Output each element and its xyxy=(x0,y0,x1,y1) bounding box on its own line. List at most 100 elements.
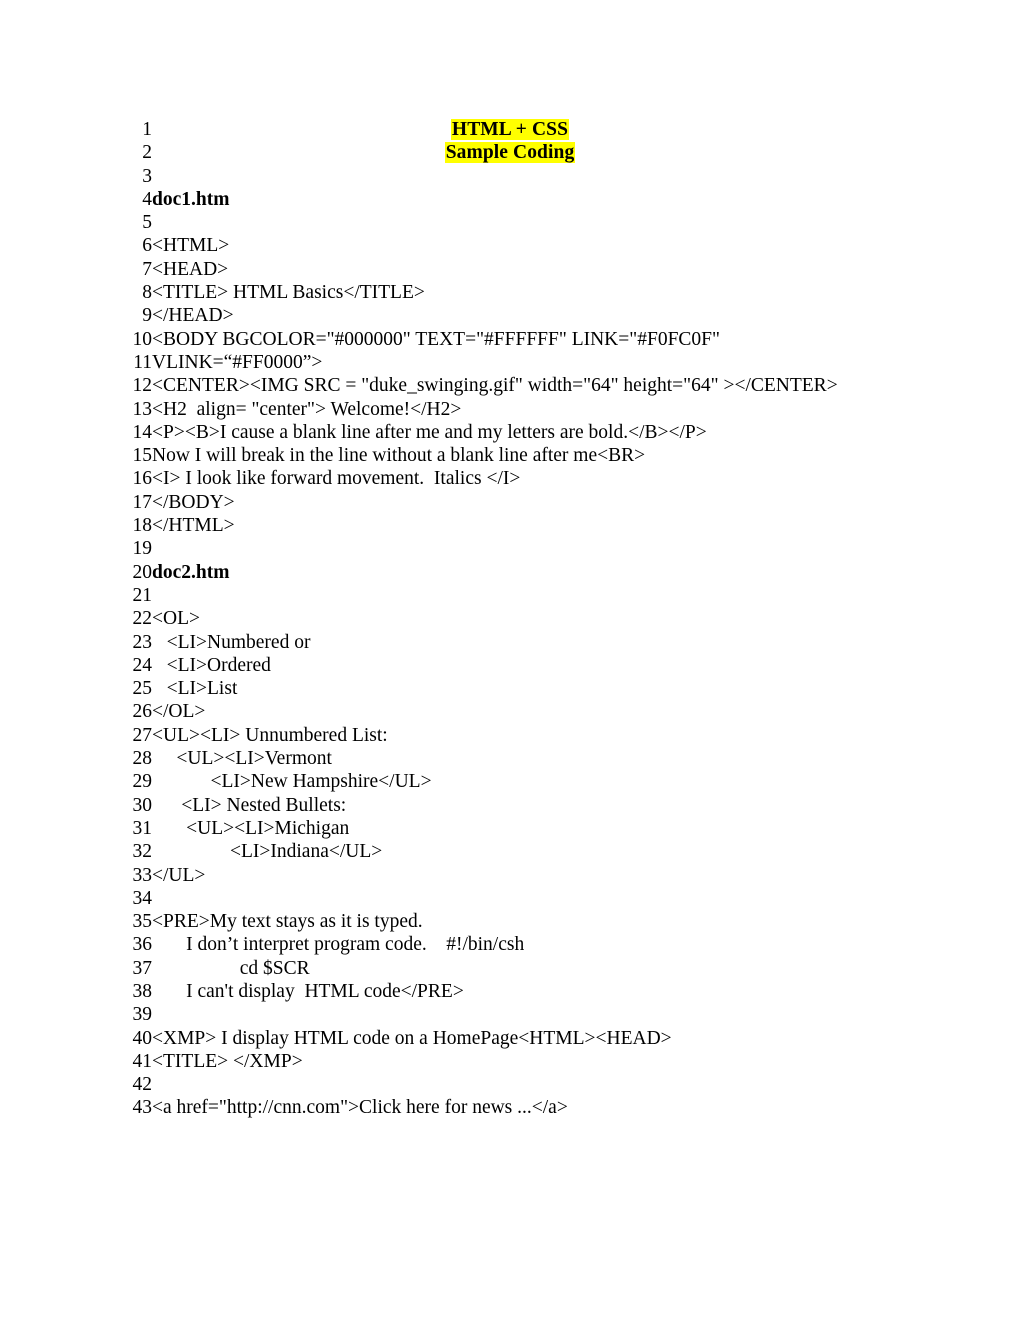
line-text: doc2.htm xyxy=(152,561,230,583)
line-text: VLINK=“#FF0000”> xyxy=(152,351,323,373)
code-line: 42 xyxy=(126,1073,1020,1096)
line-number: 43 xyxy=(132,1097,153,1119)
code-line: 23 <LI>Numbered or xyxy=(126,631,1020,654)
line-number: 38 xyxy=(132,980,153,1002)
line-number: 36 xyxy=(132,934,153,956)
line-number: 41 xyxy=(132,1050,153,1072)
code-line: 9</HEAD> xyxy=(126,304,1020,327)
line-number: 25 xyxy=(132,678,153,700)
line-text: <LI>New Hampshire</UL> xyxy=(152,771,432,793)
line-text: <UL><LI>Michigan xyxy=(152,817,350,839)
line-text: </UL> xyxy=(152,864,206,886)
line-number: 29 xyxy=(132,771,153,793)
line-number: 14 xyxy=(132,421,153,443)
line-text: <XMP> I display HTML code on a HomePage<… xyxy=(152,1027,672,1049)
code-line: 12<CENTER><IMG SRC = "duke_swinging.gif"… xyxy=(126,374,1020,397)
code-line: 6<HTML> xyxy=(126,234,1020,257)
code-line: 32 <LI>Indiana</UL> xyxy=(126,840,1020,863)
code-line: 19 xyxy=(126,537,1020,560)
line-number: 22 xyxy=(132,608,153,630)
line-number: 21 xyxy=(132,584,153,606)
line-number: 26 xyxy=(132,701,153,723)
code-line: 38 I can't display HTML code</PRE> xyxy=(126,980,1020,1003)
line-number: 19 xyxy=(132,538,153,560)
line-text: <HTML> xyxy=(152,235,230,257)
line-text: <LI>Indiana</UL> xyxy=(152,841,383,863)
line-number: 30 xyxy=(132,794,153,816)
line-text: Now I will break in the line without a b… xyxy=(152,445,646,467)
line-number: 27 xyxy=(132,724,153,746)
line-text: <TITLE> HTML Basics</TITLE> xyxy=(152,282,425,304)
code-line: 34 xyxy=(126,887,1020,910)
code-line: 1 xyxy=(126,118,1020,141)
line-text: <TITLE> </XMP> xyxy=(152,1050,303,1072)
code-line: 4doc1.htm xyxy=(126,188,1020,211)
line-number: 23 xyxy=(132,631,153,653)
code-line: 5 xyxy=(126,211,1020,234)
code-line: 25 <LI>List xyxy=(126,677,1020,700)
line-number: 28 xyxy=(132,748,153,770)
line-number: 2 xyxy=(142,142,152,164)
line-number: 20 xyxy=(132,561,153,583)
line-text: <P><B>I cause a blank line after me and … xyxy=(152,421,707,443)
line-number: 1 xyxy=(142,119,152,140)
code-line: 41<TITLE> </XMP> xyxy=(126,1050,1020,1073)
line-number: 32 xyxy=(132,841,153,863)
code-line: 43<a href="http://cnn.com">Click here fo… xyxy=(126,1096,1020,1119)
code-line: 16<I> I look like forward movement. Ital… xyxy=(126,467,1020,490)
line-number: 35 xyxy=(132,911,153,933)
line-number: 40 xyxy=(132,1027,153,1049)
code-line: 13<H2 align= "center"> Welcome!</H2> xyxy=(126,398,1020,421)
line-text: <LI>Ordered xyxy=(152,654,271,676)
line-number: 42 xyxy=(132,1074,153,1096)
line-text: </OL> xyxy=(152,701,206,723)
code-line: 11VLINK=“#FF0000”> xyxy=(126,351,1020,374)
code-line: 37 cd $SCR xyxy=(126,957,1020,980)
line-number: 31 xyxy=(132,817,153,839)
line-number: 13 xyxy=(132,398,153,420)
code-line: 29 <LI>New Hampshire</UL> xyxy=(126,770,1020,793)
line-text: </HTML> xyxy=(152,515,235,537)
code-line: 24 <LI>Ordered xyxy=(126,654,1020,677)
line-text: <HEAD> xyxy=(152,258,229,280)
line-text: <UL><LI> Unnumbered List: xyxy=(152,724,388,746)
line-text: I don’t interpret program code. #!/bin/c… xyxy=(152,934,525,956)
code-line: 31 <UL><LI>Michigan xyxy=(126,817,1020,840)
line-number: 24 xyxy=(132,654,153,676)
line-number: 6 xyxy=(142,235,152,257)
line-text: <UL><LI>Vermont xyxy=(152,748,332,770)
line-text: </BODY> xyxy=(152,491,235,513)
code-line: 17</BODY> xyxy=(126,491,1020,514)
code-line: 35<PRE>My text stays as it is typed. xyxy=(126,910,1020,933)
document-page: HTML + CSS Sample Coding 1 2 3 4doc1.htm 5 6<… xyxy=(0,0,1020,1320)
code-line: 36 I don’t interpret program code. #!/bi… xyxy=(126,933,1020,956)
line-text: <a href="http://cnn.com">Click here for … xyxy=(152,1097,568,1119)
code-line: 30 <LI> Nested Bullets: xyxy=(126,794,1020,817)
line-number: 10 xyxy=(132,328,153,350)
code-line: 21 xyxy=(126,584,1020,607)
line-number: 7 xyxy=(142,258,152,280)
code-line: 8<TITLE> HTML Basics</TITLE> xyxy=(126,281,1020,304)
line-text: <H2 align= "center"> Welcome!</H2> xyxy=(152,398,462,420)
code-line: 14<P><B>I cause a blank line after me an… xyxy=(126,421,1020,444)
code-line: 22<OL> xyxy=(126,607,1020,630)
code-line: 7<HEAD> xyxy=(126,258,1020,281)
line-number: 39 xyxy=(132,1004,153,1026)
line-text: <PRE>My text stays as it is typed. xyxy=(152,911,423,933)
line-text: <LI>List xyxy=(152,678,238,700)
line-number: 5 xyxy=(142,212,152,234)
line-number: 33 xyxy=(132,864,153,886)
line-number: 34 xyxy=(132,887,153,909)
line-text: </HEAD> xyxy=(152,305,234,327)
code-line: 39 xyxy=(126,1003,1020,1026)
line-text: <CENTER><IMG SRC = "duke_swinging.gif" w… xyxy=(152,375,838,397)
line-text: <OL> xyxy=(152,608,200,630)
line-text: <I> I look like forward movement. Italic… xyxy=(152,468,521,490)
code-line: 3 xyxy=(126,165,1020,188)
line-number: 4 xyxy=(142,188,152,210)
line-text: <LI>Numbered or xyxy=(152,631,311,653)
line-number: 37 xyxy=(132,957,153,979)
code-line: 26</OL> xyxy=(126,700,1020,723)
code-listing: 1 2 3 4doc1.htm 5 6<HTML> 7<HEAD> 8<TITLE> HTML… xyxy=(126,118,1020,1120)
line-text: cd $SCR xyxy=(152,957,310,979)
